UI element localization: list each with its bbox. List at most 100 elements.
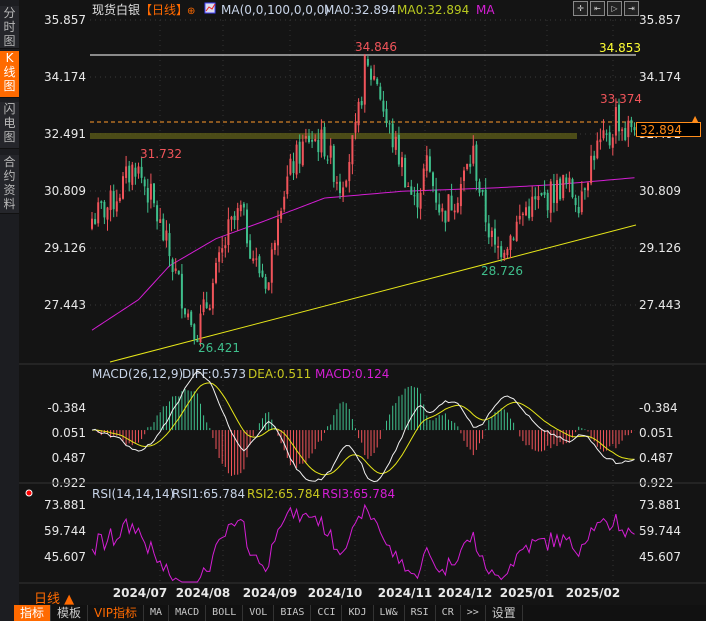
tab-ma[interactable]: MA [144,605,170,621]
play-icon[interactable]: ▷ [607,1,622,16]
period-tag: 【日线】 [140,3,188,17]
rsi-line [91,503,635,583]
candle-body [428,156,431,172]
candle-body [280,211,283,219]
candle-body [475,144,478,181]
tab-indicator[interactable]: 指标 [14,605,52,621]
candle-body [146,187,149,203]
recent-high-label: 33.374 [600,92,642,106]
candle-body [528,206,531,219]
tab-cr[interactable]: CR [436,605,461,621]
tab-vol[interactable]: VOL [243,605,275,621]
candle-body [156,205,159,222]
candle-body [171,259,174,273]
candle-body [311,139,314,142]
candle-body [97,202,100,224]
candle-body [295,144,298,175]
candle-body [153,183,155,204]
tab-more[interactable]: >> [461,605,486,621]
tab-cci[interactable]: CCI [311,605,343,621]
candle-body [125,166,128,178]
candle-body [583,188,586,190]
tab-rsi[interactable]: RSI [405,605,436,621]
candle-body [407,186,410,188]
candle-body [162,218,165,241]
zoom-range-icon[interactable]: ⇤ [590,1,605,16]
candle-body [94,219,97,224]
candle-body [205,302,208,309]
candle-body [552,183,555,203]
candle-body [168,233,171,257]
sidebar-item-timeshare[interactable]: 分时图 [0,6,19,49]
price-label-left: 35.857 [44,13,86,27]
tab-bias[interactable]: BIAS [274,605,312,621]
sidebar-item-flash[interactable]: 闪电图 [0,102,19,149]
candle-body [419,192,422,209]
candle-body [202,299,205,313]
candle-body [531,196,534,217]
candle-body [236,208,239,221]
candle-body [143,179,146,187]
candle-body [270,249,273,283]
time-axis-label: 2024/12 [438,586,492,600]
ma0-value-b: MA0:32.894 [397,3,469,17]
tab-boll[interactable]: BOLL [206,605,244,621]
candle-body [608,132,611,146]
candle-body [385,108,388,124]
chart-toolbar: ✛ ⇤ ▷ ⇥ [573,1,639,16]
candle-body [370,68,372,80]
candle-body [627,120,630,138]
candle-body [283,196,286,210]
time-axis-label: 2024/08 [176,586,230,600]
shift-right-icon[interactable]: ⇥ [624,1,639,16]
time-axis-label: 2024/11 [378,586,432,600]
instrument-name: 现货白银 [92,2,140,17]
crosshair-tool-icon[interactable]: ✛ [573,1,588,16]
candle-body [184,308,186,315]
candle-body [490,230,493,237]
tab-template[interactable]: 模板 [51,605,89,621]
sidebar-item-kline[interactable]: K线图 [0,51,19,98]
candle-body [624,128,627,141]
ma-label: MA [476,3,495,17]
tab-vip-indicator[interactable]: VIP指标 [88,605,145,621]
expand-up-icon[interactable]: ▲ [692,114,698,123]
tab-kdj[interactable]: KDJ [342,605,374,621]
crosshair-icon[interactable]: ⊕ [187,6,195,17]
trend-line [109,224,637,363]
candle-body [140,166,143,178]
candle-body [590,155,593,184]
macd-axis-label-left: 0.487 [52,451,86,465]
candle-body [587,182,589,191]
rsi-axis-label-left: 59.744 [44,524,86,538]
candle-body [447,194,450,222]
candle-body [165,230,168,241]
candle-body [525,207,527,216]
candle-body [494,228,496,245]
candle-body [273,242,276,251]
candle-body [556,180,558,204]
candle-body [450,195,453,211]
candle-body [618,104,620,132]
sidebar-item-contract-info[interactable]: 合约资料 [0,155,19,214]
price-label-right: 30.809 [639,184,681,198]
candle-body [453,210,456,213]
high-label: 34.846 [355,40,397,54]
dea-line [91,382,635,476]
candle-body [503,252,506,259]
candle-body [255,258,258,260]
candle-body [599,139,602,143]
candle-body [559,178,562,200]
kline-chart[interactable]: 现货白银 【日线】 ⊕ MA(0,0,100,0,0,0) MA0:32.894… [19,0,706,605]
tab-settings[interactable]: 设置 [486,605,523,621]
candle-body [301,141,304,166]
candle-body [611,137,614,148]
candle-body [435,189,438,203]
candle-body [252,258,255,261]
alert-icon[interactable] [25,489,33,497]
tab-macd[interactable]: MACD [169,605,207,621]
candle-body [332,145,335,182]
tab-lw[interactable]: LW& [374,605,405,621]
candle-body [401,157,403,168]
candle-body [264,276,267,289]
